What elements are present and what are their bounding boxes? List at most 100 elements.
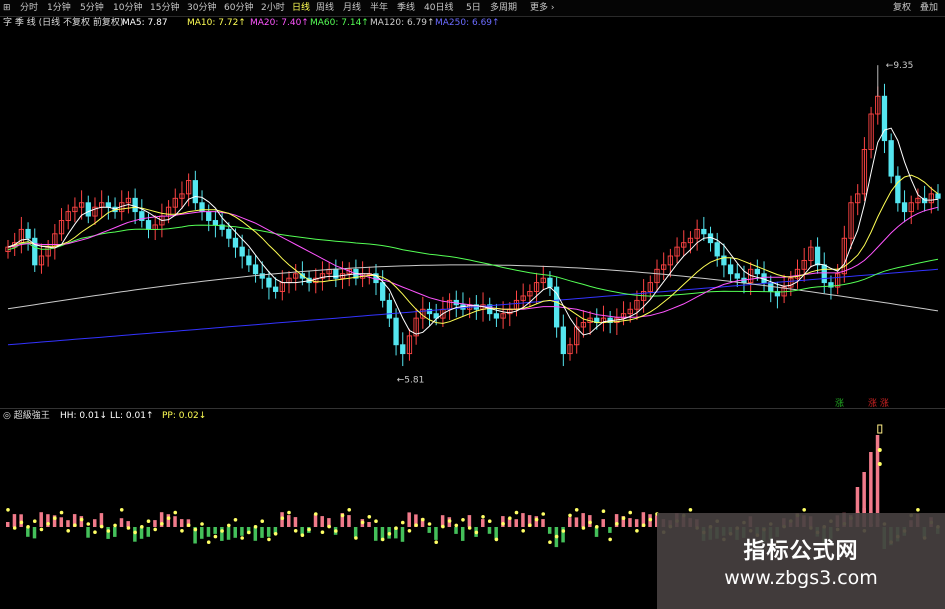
candle-body	[239, 246, 245, 257]
indicator-dot	[554, 534, 559, 539]
candle-body	[105, 202, 112, 208]
indicator-dot	[367, 515, 372, 519]
overlay-button[interactable]: 叠加	[920, 0, 938, 16]
toolbar-tab[interactable]: 40日线	[424, 0, 453, 16]
candle-body	[380, 282, 386, 301]
indicator-bar	[353, 527, 358, 538]
indicator-dot	[53, 516, 57, 520]
indicator-bar	[320, 516, 324, 527]
indicator-dot	[380, 537, 385, 542]
candle-body	[266, 277, 272, 288]
indicator-bar	[460, 527, 465, 541]
indicator-bar	[293, 517, 298, 527]
indicator-bar	[541, 519, 545, 527]
indicator-dot	[548, 540, 552, 544]
indicator-dot	[46, 522, 50, 526]
toolbar-tab[interactable]: 季线	[397, 0, 415, 16]
indicator-dot	[374, 519, 378, 523]
toolbar-tab[interactable]: 5分钟	[80, 0, 104, 16]
toolbar-tab[interactable]: 分时	[20, 0, 38, 16]
candle-body	[145, 220, 152, 230]
candle-body	[560, 326, 566, 355]
indicator-dot	[568, 513, 572, 518]
candle-body	[426, 308, 433, 315]
indicator-dot	[39, 527, 44, 532]
toolbar-tab-active[interactable]: 日线	[292, 0, 310, 16]
indicator-bar	[481, 519, 485, 527]
indicator-dot	[206, 540, 211, 544]
indicator-peak-box	[877, 424, 883, 434]
toolbar-tab[interactable]: 10分钟	[113, 0, 142, 16]
indicator-dot	[313, 512, 318, 516]
indicator-dot	[387, 532, 392, 536]
indicator-bar	[173, 516, 177, 527]
toolbar-tab[interactable]: 周线	[316, 0, 334, 16]
indicator-dot	[267, 537, 271, 542]
toolbar-tab[interactable]: ⊞	[3, 0, 11, 16]
candle-body	[888, 140, 894, 177]
candle-body	[895, 175, 901, 204]
candle-body	[727, 264, 734, 275]
candlestick-chart[interactable]: ←9.35 ←5.81 涨 涨 涨	[0, 29, 945, 408]
indicator-dot	[133, 530, 137, 535]
indicator-dot	[574, 508, 579, 512]
toolbar-tab[interactable]: 更多 ›	[530, 0, 554, 16]
indicator-dot	[19, 520, 24, 525]
indicator-bar	[367, 522, 371, 527]
indicator-dot	[635, 529, 639, 533]
toolbar-tab[interactable]: 1分钟	[47, 0, 71, 16]
indicator-bar	[608, 527, 612, 533]
toolbar-tab[interactable]: 2小时	[261, 0, 285, 16]
period-toolbar: ⊞ 分时 1分钟 5分钟 10分钟 15分钟 30分钟 60分钟 2小时 日线 …	[0, 0, 945, 17]
indicator-bar	[487, 527, 492, 534]
ll-legend: LL: 0.01↑	[110, 411, 154, 421]
indicator-dot	[260, 519, 265, 523]
candle-body	[206, 211, 212, 221]
chart-title: 字 季 线 (日线 不复权 前复权)	[3, 18, 124, 28]
indicator-dot	[12, 526, 17, 530]
indicator-bar	[434, 527, 438, 540]
ma10-line	[7, 174, 939, 324]
watermark: 指标公式网 www.zbgs3.com	[657, 513, 945, 609]
indicator-bar	[153, 520, 157, 527]
indicator-dot	[253, 525, 258, 529]
toolbar-tab[interactable]: 5日	[466, 0, 481, 16]
indicator-dot	[126, 526, 131, 530]
indicator-bar	[213, 527, 217, 534]
indicator-dot	[507, 516, 512, 520]
indicator-bar	[133, 527, 137, 542]
indicator-dot	[66, 529, 71, 533]
indicator-dot	[877, 448, 882, 452]
ma5-legend: MA5: 7.87	[122, 18, 168, 28]
toolbar-tab[interactable]: 半年	[370, 0, 388, 16]
indicator-dot	[467, 526, 472, 530]
indicator-dot	[327, 524, 331, 529]
fuquan-button[interactable]: 复权	[893, 0, 911, 16]
indicator-bar	[139, 527, 144, 539]
indicator-dot	[240, 536, 244, 540]
indicator-bar	[206, 527, 211, 537]
indicator-bar	[146, 527, 151, 537]
candle-body	[400, 344, 406, 355]
candle-body	[192, 180, 198, 204]
toolbar-tab[interactable]: 多周期	[490, 0, 517, 16]
indicator-dot	[534, 517, 539, 522]
indicator-bar	[166, 514, 171, 527]
indicator-dot	[427, 522, 432, 526]
ma20-legend: MA20: 7.40↑	[250, 18, 309, 28]
indicator-bar	[547, 527, 552, 534]
indicator-dot	[400, 520, 405, 525]
candle-body	[226, 228, 232, 239]
indicator-dot	[394, 526, 398, 530]
toolbar-tab[interactable]: 月线	[343, 0, 361, 16]
toolbar-tab[interactable]: 60分钟	[224, 0, 253, 16]
toolbar-tab[interactable]: 15分钟	[150, 0, 179, 16]
indicator-dot	[93, 530, 97, 534]
indicator-bar	[59, 517, 64, 527]
toolbar-tab[interactable]: 30分钟	[187, 0, 216, 16]
indicator-dot	[421, 517, 425, 522]
indicator-dot	[233, 518, 238, 522]
indicator-bar	[514, 519, 518, 527]
candle-body	[901, 202, 908, 213]
indicator-dot	[86, 522, 91, 526]
